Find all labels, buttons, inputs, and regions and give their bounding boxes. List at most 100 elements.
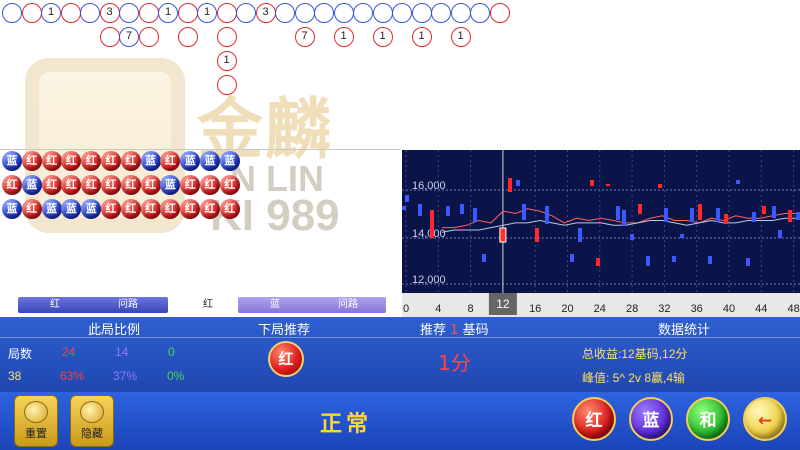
total-count: 38 (8, 369, 22, 383)
x-tick-label: 48 (787, 303, 799, 315)
road-circle: 3 (99, 3, 120, 23)
red-count: 24 (62, 345, 76, 359)
candle (796, 212, 800, 220)
candle (578, 228, 582, 242)
red-bead: 红 (200, 175, 220, 195)
road-circle: 1 (158, 3, 178, 23)
red-bead: 红 (101, 175, 121, 195)
road-circle (333, 3, 354, 23)
blue-ask-road-tab[interactable]: 蓝 问路 (238, 297, 386, 313)
candle (698, 204, 702, 220)
red-ask-road-tab[interactable]: 红 问路 (18, 297, 168, 313)
candle (658, 184, 662, 188)
candle (778, 230, 782, 238)
big-road-panel: 131137711111 (0, 0, 800, 148)
cursor-label: 12 (496, 297, 510, 311)
red-bead: 红 (41, 151, 62, 171)
blue-bead: 蓝 (41, 199, 62, 219)
red-bet-button[interactable]: 红 (572, 397, 616, 441)
hide-button[interactable]: 隐藏 (70, 395, 114, 447)
road-circle (119, 3, 139, 23)
red-bead: 红 (61, 151, 82, 171)
red-bead: 红 (81, 151, 102, 171)
stats-panel: 此局比例 下局推荐 推荐 1 基码 数据统计 局数 24 14 0 38 63%… (0, 317, 800, 392)
red-road-label: 问路 (118, 299, 138, 310)
red-bead: 红 (140, 175, 161, 195)
current-marker (499, 227, 507, 243)
candle (596, 258, 600, 266)
candlestick-chart: 16,00014,00012,0000 4 8 16 20 24 28 32 36 40 44 481… (402, 150, 800, 317)
red-bead: 红 (200, 199, 220, 219)
road-circle (236, 3, 256, 23)
candle (473, 208, 477, 222)
recommend-label: 推荐 (420, 323, 447, 338)
x-tick-label: 36 (691, 303, 703, 315)
blue-bet-button[interactable]: 蓝 (629, 397, 673, 441)
road-circle: 1 (450, 27, 471, 47)
red-bead: 红 (219, 199, 240, 219)
x-tick-label: 4 (435, 303, 441, 315)
x-tick-label: 40 (723, 303, 735, 315)
road-tabs: 红 问路 红 蓝 问路 (18, 297, 386, 315)
road-circle (60, 3, 81, 23)
candle (772, 206, 776, 218)
candle (460, 204, 464, 214)
y-tick-label: 16,000 (412, 180, 446, 192)
road-circle (99, 27, 120, 47)
candle (724, 214, 728, 224)
candle (762, 206, 766, 214)
x-tick-label: 20 (561, 303, 573, 315)
blue-count: 14 (115, 345, 129, 359)
tie-bet-button[interactable]: 和 (686, 397, 730, 441)
candle (630, 234, 634, 240)
back-arrow-button[interactable]: ← (743, 397, 787, 441)
y-tick-label: 12,000 (412, 274, 446, 286)
candle (690, 208, 694, 222)
x-tick-label: 8 (468, 303, 474, 315)
x-tick-label: 32 (658, 303, 670, 315)
candle (446, 206, 450, 216)
tie-percent: 0% (167, 369, 185, 383)
red-bead: 红 (2, 175, 22, 195)
road-circle: 3 (255, 3, 276, 23)
road-circle (353, 3, 373, 23)
road-circle (216, 27, 237, 47)
road-circle (80, 3, 100, 23)
red-bead: 红 (101, 199, 121, 219)
blue-percent: 37% (113, 369, 138, 383)
blue-bead: 蓝 (140, 151, 161, 171)
candle (606, 184, 610, 186)
base-label: 基码 (462, 323, 489, 338)
candle (638, 204, 642, 214)
candle (430, 210, 434, 238)
red-bead: 红 (61, 175, 82, 195)
road-circle (294, 3, 315, 23)
base-recommend-header: 推荐 1 基码 (420, 319, 489, 338)
trend-chart[interactable]: 16,000 14,000 12,000 0 4 8 16 20 24 28 32 36 40 44 48 1… (400, 150, 800, 317)
blue-bead: 蓝 (219, 151, 240, 171)
road-circle (431, 3, 451, 23)
candle (680, 234, 684, 238)
recommend-red-badge: 红 (268, 341, 304, 377)
x-tick-label: 0 (403, 303, 409, 315)
reset-label: 重置 (25, 427, 47, 440)
candle (402, 206, 406, 210)
candle (570, 254, 574, 262)
road-circle (450, 3, 471, 23)
candle (508, 178, 512, 192)
bead-plate-road: 蓝红红红红红红蓝红蓝蓝蓝红蓝红红红红红红蓝红红红蓝红蓝蓝蓝红红红红红红红 (0, 150, 400, 295)
road-circle (470, 3, 490, 23)
red-bead: 红 (21, 199, 42, 219)
header-divider (0, 337, 800, 338)
road-circle: 1 (411, 27, 432, 47)
status-text: 正常 (320, 412, 373, 437)
road-circle (411, 3, 432, 23)
reset-button[interactable]: 重置 (14, 395, 58, 447)
hide-label: 隐藏 (81, 427, 103, 440)
candle (672, 256, 676, 262)
road-circle (216, 75, 237, 95)
candle (716, 208, 720, 222)
red-bead: 红 (120, 199, 141, 219)
red-bead: 红 (81, 175, 102, 195)
candle (418, 204, 422, 216)
